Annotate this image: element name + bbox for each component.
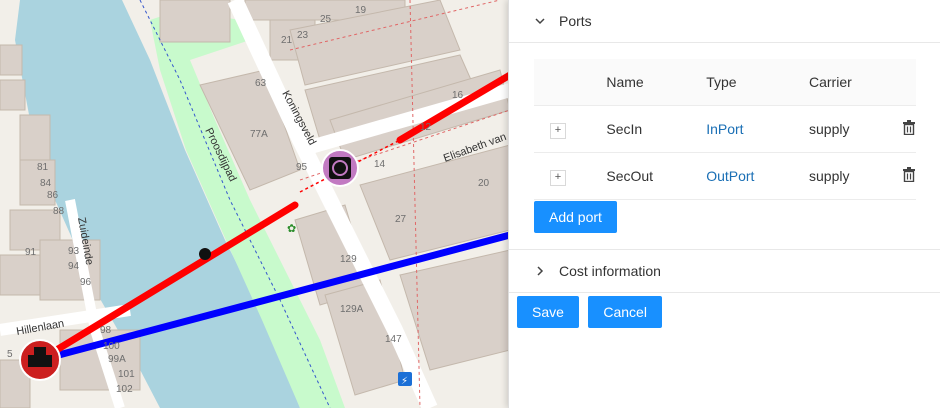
house-number: 95 <box>296 162 308 173</box>
house-number: 98 <box>100 325 112 336</box>
house-number: 96 <box>80 277 92 288</box>
house-number: 91 <box>25 247 37 258</box>
house-number: 101 <box>118 369 135 380</box>
house-number: 129 <box>340 254 357 265</box>
house-number: 5 <box>7 349 13 360</box>
ports-table: Name Type Carrier + SecIn InPort supply <box>534 59 916 200</box>
ports-section-title: Ports <box>559 13 592 29</box>
pipe-joint[interactable] <box>199 248 211 260</box>
trash-icon[interactable] <box>902 167 916 185</box>
table-header-row: Name Type Carrier <box>534 59 916 106</box>
house-number: 20 <box>478 178 490 189</box>
house-number: 23 <box>297 30 309 41</box>
house-number: 94 <box>68 261 80 272</box>
house-number: 93 <box>68 246 80 257</box>
house-number: 147 <box>385 334 402 345</box>
port-name-cell: SecIn <box>606 105 707 153</box>
chevron-right-icon <box>531 262 549 280</box>
heat-exchanger-icon[interactable] <box>321 149 359 187</box>
house-number: 102 <box>116 384 133 395</box>
port-name-cell: SecOut <box>606 152 707 200</box>
column-header-carrier: Carrier <box>809 59 902 106</box>
house-number: 25 <box>320 14 332 25</box>
cost-section-title: Cost information <box>559 263 661 279</box>
ports-section-body: Name Type Carrier + SecIn InPort supply <box>509 43 940 250</box>
trash-icon[interactable] <box>902 120 916 138</box>
add-port-button[interactable]: Add port <box>534 201 617 233</box>
svg-text:⚡: ⚡ <box>401 376 408 387</box>
house-number: 19 <box>355 5 367 16</box>
house-number: 88 <box>53 206 65 217</box>
ports-section-header[interactable]: Ports <box>509 0 940 43</box>
house-number: 27 <box>395 214 407 225</box>
svg-text:✿: ✿ <box>287 222 296 235</box>
house-number: 12 <box>420 122 432 133</box>
house-number: 81 <box>37 162 49 173</box>
table-row: + SecIn InPort supply <box>534 105 916 153</box>
chevron-down-icon <box>531 12 549 30</box>
expand-row-button[interactable]: + <box>550 169 566 186</box>
port-carrier-cell: supply <box>809 152 902 200</box>
tree-icon: ✿ <box>287 222 296 235</box>
house-number: 86 <box>47 190 59 201</box>
house-number: 100 <box>103 341 120 352</box>
house-number: 77A <box>250 129 268 140</box>
house-number: 99A <box>108 354 126 365</box>
cancel-button[interactable]: Cancel <box>588 296 662 328</box>
column-header-name: Name <box>606 59 707 106</box>
save-button[interactable]: Save <box>517 296 579 328</box>
house-number: 14 <box>374 159 386 170</box>
column-header-type: Type <box>706 59 809 106</box>
port-type-cell: InPort <box>706 105 809 153</box>
port-type-cell: OutPort <box>706 152 809 200</box>
panel-footer: Save Cancel <box>517 296 667 328</box>
house-number: 63 <box>255 78 267 89</box>
heat-source-icon[interactable] <box>19 339 61 381</box>
port-carrier-cell: supply <box>809 105 902 153</box>
expand-row-button[interactable]: + <box>550 122 566 139</box>
asset-edit-panel: Ports Name Type Carrier + SecIn InPort s… <box>508 0 940 408</box>
house-number: 129A <box>340 304 364 315</box>
cost-section-header[interactable]: Cost information <box>509 250 940 293</box>
charging-station-icon: ⚡ <box>398 372 412 387</box>
map-view[interactable]: ✿ ⚡ Koningsveld Proosdijpad Zuideinde Hi… <box>0 0 510 408</box>
house-number: 84 <box>40 178 52 189</box>
house-number: 21 <box>281 35 293 46</box>
house-number: 16 <box>452 90 464 101</box>
table-row: + SecOut OutPort supply <box>534 152 916 200</box>
